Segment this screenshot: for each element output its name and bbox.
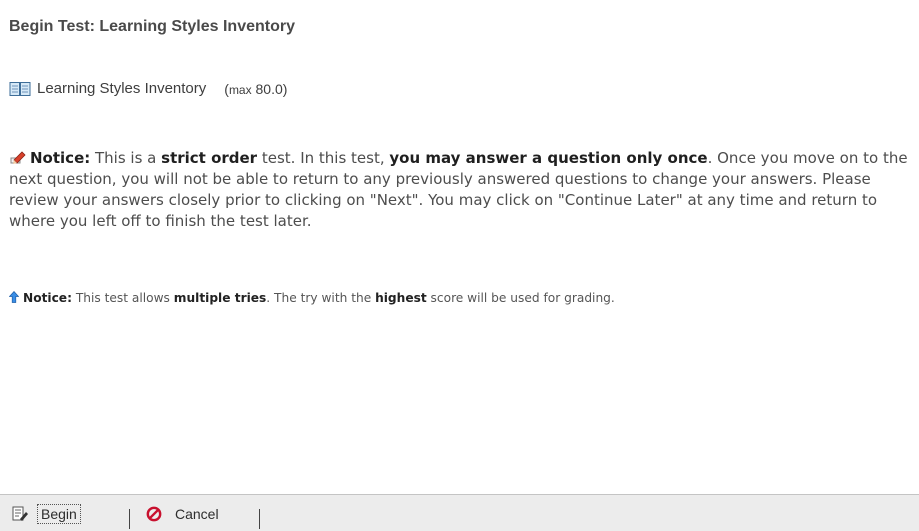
notice-emphasis: highest xyxy=(375,291,427,305)
notice-text: score will be used for grading. xyxy=(426,291,615,305)
strict-order-notice: Notice: This is a strict order test. In … xyxy=(9,148,919,232)
edit-form-icon xyxy=(12,506,28,522)
cancel-button[interactable]: Cancel xyxy=(146,495,219,531)
notice-text: test. In this test, xyxy=(257,149,390,167)
max-points: (max 80.0) xyxy=(224,81,287,97)
up-arrow-icon xyxy=(8,290,20,303)
notice-label: Notice: xyxy=(30,149,91,167)
max-label: max xyxy=(228,82,252,97)
notice-emphasis: strict order xyxy=(161,149,258,167)
begin-button[interactable]: Begin xyxy=(12,495,81,531)
test-name: Learning Styles Inventory xyxy=(37,80,207,97)
notice-text: . The try with the xyxy=(266,291,376,305)
pencil-icon xyxy=(10,149,26,164)
begin-label: Begin xyxy=(37,503,81,524)
notice-label: Notice: xyxy=(23,291,72,305)
multiple-tries-notice: Notice: This test allows multiple tries.… xyxy=(8,289,919,307)
toolbar-separator xyxy=(129,509,130,529)
page-title: Begin Test: Learning Styles Inventory xyxy=(9,18,295,35)
notice-text: This test allows xyxy=(71,291,174,305)
notice-emphasis: you may answer a question only once xyxy=(389,149,708,167)
notice-text: This is a xyxy=(90,149,162,167)
cancel-label: Cancel xyxy=(175,505,219,522)
cancel-icon xyxy=(146,506,162,522)
test-info: Learning Styles Inventory (max 80.0) xyxy=(9,80,287,97)
notice-emphasis: multiple tries xyxy=(173,291,267,305)
begin-test-page: Begin Test: Learning Styles Inventory Le… xyxy=(0,0,919,531)
action-toolbar: Begin Cancel xyxy=(0,494,919,531)
toolbar-separator xyxy=(259,509,260,529)
max-value: 80.0) xyxy=(251,80,288,97)
book-icon xyxy=(9,81,31,97)
